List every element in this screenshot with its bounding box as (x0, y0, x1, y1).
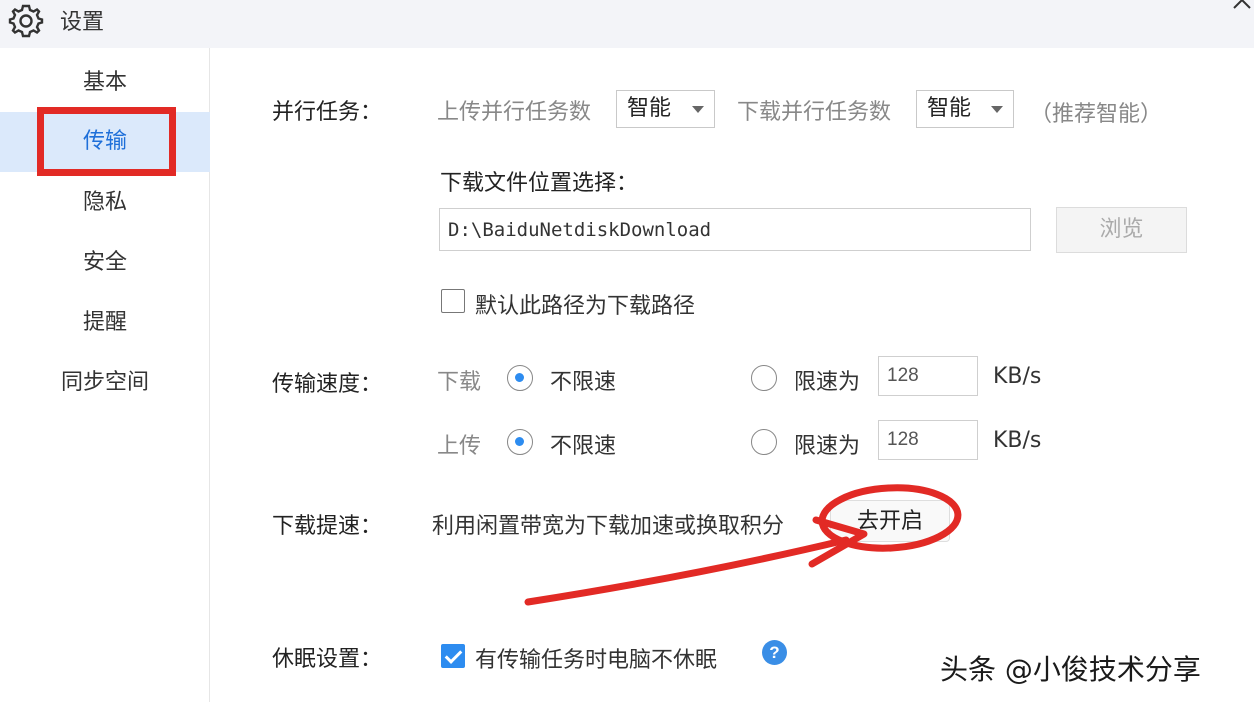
upload-parallel-value: 智能 (627, 96, 672, 121)
download-limit-radio[interactable] (751, 365, 777, 391)
parallel-hint: （推荐智能） (1030, 102, 1163, 127)
title-bar: 设置 (0, 0, 1254, 48)
upload-unlimited-label: 不限速 (550, 434, 617, 459)
no-sleep-checkbox[interactable] (441, 644, 465, 668)
download-location-label: 下载文件位置选择： (440, 171, 639, 196)
upload-limit-input[interactable] (878, 420, 978, 460)
no-sleep-checkbox-label: 有传输任务时电脑不休眠 (475, 648, 718, 673)
upload-unlimited-radio[interactable] (507, 429, 533, 455)
default-path-checkbox[interactable] (441, 289, 465, 313)
download-speed-label: 下载 (437, 370, 482, 395)
download-limit-input[interactable] (878, 356, 978, 396)
upload-speed-label: 上传 (437, 434, 482, 459)
download-boost-description: 利用闲置带宽为下载加速或换取积分 (432, 514, 785, 539)
download-unlimited-label: 不限速 (550, 370, 617, 395)
upload-limit-label: 限速为 (794, 434, 861, 459)
window-title: 设置 (60, 10, 105, 35)
download-parallel-select[interactable]: 智能 (916, 90, 1014, 128)
download-boost-label: 下载提速： (272, 514, 383, 539)
download-path-input[interactable] (439, 208, 1031, 251)
sidebar-item-sync-space[interactable]: 同步空间 (0, 353, 210, 413)
default-path-checkbox-label: 默认此路径为下载路径 (475, 294, 696, 319)
sidebar-item-privacy[interactable]: 隐私 (0, 173, 210, 233)
download-parallel-label: 下载并行任务数 (737, 100, 892, 125)
chevron-up-icon[interactable] (1230, 0, 1254, 14)
chevron-down-icon (692, 106, 704, 113)
sidebar-item-reminder[interactable]: 提醒 (0, 293, 210, 353)
browse-button[interactable]: 浏览 (1056, 207, 1187, 253)
sidebar-item-security[interactable]: 安全 (0, 233, 210, 293)
chevron-down-icon (991, 106, 1003, 113)
help-icon[interactable]: ? (762, 640, 787, 665)
download-limit-unit: KB/s (993, 364, 1042, 389)
enable-boost-button[interactable]: 去开启 (830, 500, 950, 542)
transfer-speed-label: 传输速度： (272, 372, 383, 397)
arrow-shaft-annotation (524, 536, 850, 606)
watermark: 头条 @小俊技术分享 (940, 653, 1201, 686)
upload-limit-unit: KB/s (993, 428, 1042, 453)
upload-parallel-select[interactable]: 智能 (616, 90, 715, 128)
download-limit-label: 限速为 (794, 370, 861, 395)
sidebar-item-basic[interactable]: 基本 (0, 53, 210, 113)
upload-parallel-label: 上传并行任务数 (437, 100, 592, 125)
gear-icon (8, 4, 44, 38)
download-unlimited-radio[interactable] (507, 365, 533, 391)
parallel-tasks-label: 并行任务： (272, 100, 383, 125)
upload-limit-radio[interactable] (751, 429, 777, 455)
sidebar-item-transfer[interactable]: 传输 (0, 112, 210, 172)
download-parallel-value: 智能 (927, 96, 972, 121)
sleep-setting-label: 休眠设置： (272, 647, 383, 672)
sidebar: 基本 传输 隐私 安全 提醒 同步空间 (0, 48, 210, 702)
